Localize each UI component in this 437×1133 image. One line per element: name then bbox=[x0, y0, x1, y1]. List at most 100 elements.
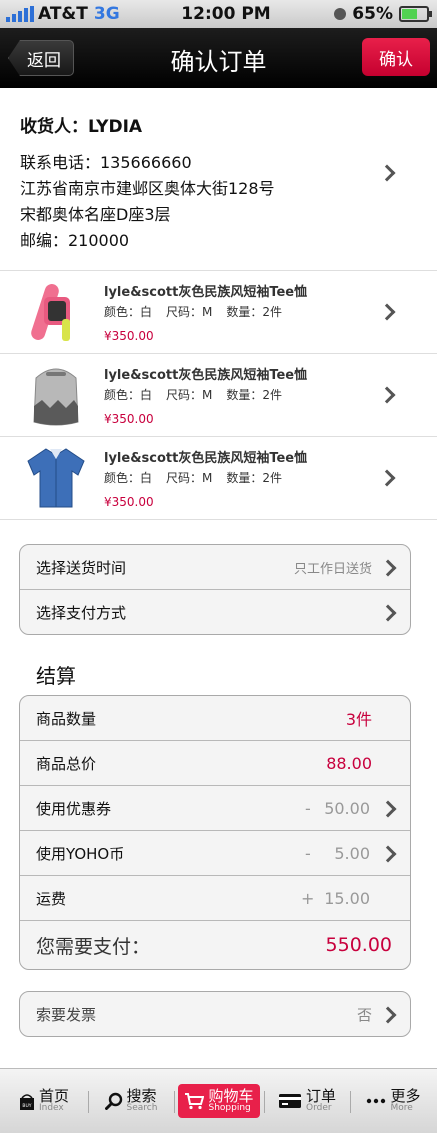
product-color: 颜色：白 bbox=[104, 305, 153, 319]
product-size: 尺码：M bbox=[166, 305, 213, 319]
product-attributes: 颜色：白 尺码：M 数量：2件 bbox=[104, 469, 296, 486]
product-attributes: 颜色：白 尺码：M 数量：2件 bbox=[104, 386, 296, 403]
chevron-right-icon bbox=[379, 604, 397, 622]
address-line-2: 宋都奥体名座D座3层 bbox=[20, 205, 171, 224]
tab-index[interactable]: BUY 首页 Index bbox=[0, 1077, 88, 1125]
tab-more[interactable]: 更多 More bbox=[350, 1077, 437, 1125]
coupon-row[interactable]: 使用优惠券 - 50.00 bbox=[20, 785, 410, 830]
invoice-value: 否 bbox=[356, 1005, 372, 1024]
chevron-right-icon bbox=[378, 469, 396, 487]
product-item[interactable]: lyle&scott灰色民族风短袖Tee恤 颜色：白 尺码：M 数量：2件 ¥350… bbox=[0, 353, 437, 436]
yoho-coin-label: 使用YOHO币 bbox=[36, 844, 125, 863]
yoho-coin-sign: - bbox=[305, 843, 311, 863]
chevron-right-icon bbox=[379, 845, 397, 863]
card-icon bbox=[278, 1093, 301, 1108]
amount-due-value: 550.00 bbox=[325, 934, 392, 956]
svg-text:BUY: BUY bbox=[22, 1103, 31, 1109]
product-title: lyle&scott灰色民族风短袖Tee恤 bbox=[104, 285, 308, 300]
settlement-title: 结算 bbox=[36, 664, 76, 688]
product-size: 尺码：M bbox=[166, 388, 213, 402]
product-color: 颜色：白 bbox=[104, 471, 153, 485]
options-group: 选择送货时间 只工作日送货 选择支付方式 bbox=[19, 544, 411, 635]
invoice-label: 索要发票 bbox=[36, 1005, 97, 1024]
freight-row: 运费 + 15.00 bbox=[20, 875, 410, 920]
buy-bag-icon: BUY bbox=[19, 1094, 34, 1110]
tab-sublabel: Search bbox=[126, 1103, 158, 1114]
freight-sign: + bbox=[301, 888, 315, 908]
coupon-sign: - bbox=[305, 798, 311, 818]
alarm-icon bbox=[334, 8, 347, 20]
battery-percent: 65% bbox=[352, 4, 393, 24]
watch-image bbox=[31, 284, 70, 341]
product-attributes: 颜色：白 尺码：M 数量：2件 bbox=[104, 303, 296, 320]
product-title: lyle&scott灰色民族风短袖Tee恤 bbox=[104, 451, 308, 466]
tab-sublabel: More bbox=[390, 1103, 413, 1114]
yoho-coin-value: 5.00 bbox=[334, 843, 370, 863]
item-count-value: 3件 bbox=[345, 710, 372, 729]
product-title: lyle&scott灰色民族风短袖Tee恤 bbox=[104, 368, 308, 383]
tab-label: 订单 bbox=[305, 1086, 336, 1105]
amount-due-label: 您需要支付： bbox=[36, 935, 151, 958]
delivery-time-label: 选择送货时间 bbox=[36, 558, 127, 577]
tab-sublabel: Order bbox=[305, 1103, 332, 1114]
product-item[interactable]: lyle&scott灰色民族风短袖Tee恤 颜色：白 尺码：M 数量：2件 ¥350… bbox=[0, 270, 437, 353]
product-size: 尺码：M bbox=[166, 471, 213, 485]
backpack-image bbox=[33, 368, 79, 426]
delivery-time-hint: 只工作日送货 bbox=[293, 561, 372, 577]
payment-method-row[interactable]: 选择支付方式 bbox=[20, 589, 410, 634]
battery-icon bbox=[399, 6, 432, 22]
product-item[interactable]: lyle&scott灰色民族风短袖Tee恤 颜色：白 尺码：M 数量：2件 ¥350… bbox=[0, 436, 437, 520]
coupon-label: 使用优惠券 bbox=[36, 799, 112, 818]
tab-shopping[interactable]: 购物车 Shopping bbox=[174, 1077, 264, 1125]
invoice-group: 索要发票 否 bbox=[19, 991, 411, 1037]
confirm-button[interactable]: 确认 bbox=[362, 38, 430, 76]
payment-method-label: 选择支付方式 bbox=[36, 603, 127, 622]
delivery-time-row[interactable]: 选择送货时间 只工作日送货 bbox=[20, 545, 410, 589]
chevron-right-icon bbox=[379, 1006, 397, 1024]
recipient-name: 收货人：LYDIA bbox=[20, 117, 143, 137]
shirt-image bbox=[27, 448, 85, 508]
status-time: 12:00 PM bbox=[181, 4, 271, 24]
address-line-1: 江苏省南京市建邺区奥体大街128号 bbox=[20, 179, 275, 198]
subtotal-label: 商品总价 bbox=[36, 754, 97, 773]
more-icon bbox=[367, 1098, 386, 1104]
product-quantity: 数量：2件 bbox=[226, 388, 283, 402]
settlement-group: 商品数量 3件 商品总价 88.00 使用优惠券 - 50.00 使用YOHO币… bbox=[19, 695, 411, 970]
network-label: 3G bbox=[93, 4, 120, 24]
tab-label: 搜索 bbox=[126, 1086, 157, 1105]
product-price: ¥350.00 bbox=[104, 412, 154, 426]
search-icon bbox=[104, 1092, 122, 1110]
product-price: ¥350.00 bbox=[104, 329, 154, 343]
product-color: 颜色：白 bbox=[104, 388, 153, 402]
tab-label: 购物车 bbox=[208, 1086, 254, 1105]
product-quantity: 数量：2件 bbox=[226, 471, 283, 485]
product-quantity: 数量：2件 bbox=[226, 305, 283, 319]
nav-bar: 返回 确认订单 确认 bbox=[0, 28, 437, 88]
tab-sublabel: Shopping bbox=[208, 1103, 251, 1114]
signal-icon bbox=[6, 6, 34, 22]
freight-value: 15.00 bbox=[324, 888, 370, 908]
subtotal-value: 88.00 bbox=[326, 753, 372, 773]
shipping-address[interactable]: 收货人：LYDIA 联系电话：135666660 江苏省南京市建邺区奥体大街12… bbox=[20, 112, 420, 254]
item-count-label: 商品数量 bbox=[36, 709, 97, 728]
tab-order[interactable]: 订单 Order bbox=[264, 1077, 350, 1125]
product-list: lyle&scott灰色民族风短袖Tee恤 颜色：白 尺码：M 数量：2件 ¥350… bbox=[0, 270, 437, 520]
yoho-coin-row[interactable]: 使用YOHO币 - 5.00 bbox=[20, 830, 410, 875]
amount-due-row: 您需要支付： 550.00 bbox=[20, 920, 410, 969]
carrier-label: AT&T bbox=[38, 4, 88, 24]
postal-code: 邮编：210000 bbox=[20, 231, 130, 250]
freight-label: 运费 bbox=[36, 889, 67, 908]
tab-label: 首页 bbox=[38, 1086, 69, 1105]
recipient-phone: 联系电话：135666660 bbox=[20, 153, 192, 172]
tab-bar: BUY 首页 Index 搜索 Search 购物车 Shopping 订单 O… bbox=[0, 1068, 437, 1133]
invoice-row[interactable]: 索要发票 否 bbox=[20, 992, 410, 1036]
chevron-right-icon bbox=[378, 386, 396, 404]
coupon-value: 50.00 bbox=[324, 798, 370, 818]
item-count-row: 商品数量 3件 bbox=[20, 696, 410, 740]
cart-icon bbox=[185, 1092, 205, 1110]
product-price: ¥350.00 bbox=[104, 495, 154, 509]
tab-search[interactable]: 搜索 Search bbox=[88, 1077, 174, 1125]
tab-label: 更多 bbox=[390, 1086, 421, 1105]
chevron-right-icon bbox=[379, 559, 397, 577]
status-bar: AT&T 3G 12:00 PM 65% bbox=[0, 0, 437, 28]
